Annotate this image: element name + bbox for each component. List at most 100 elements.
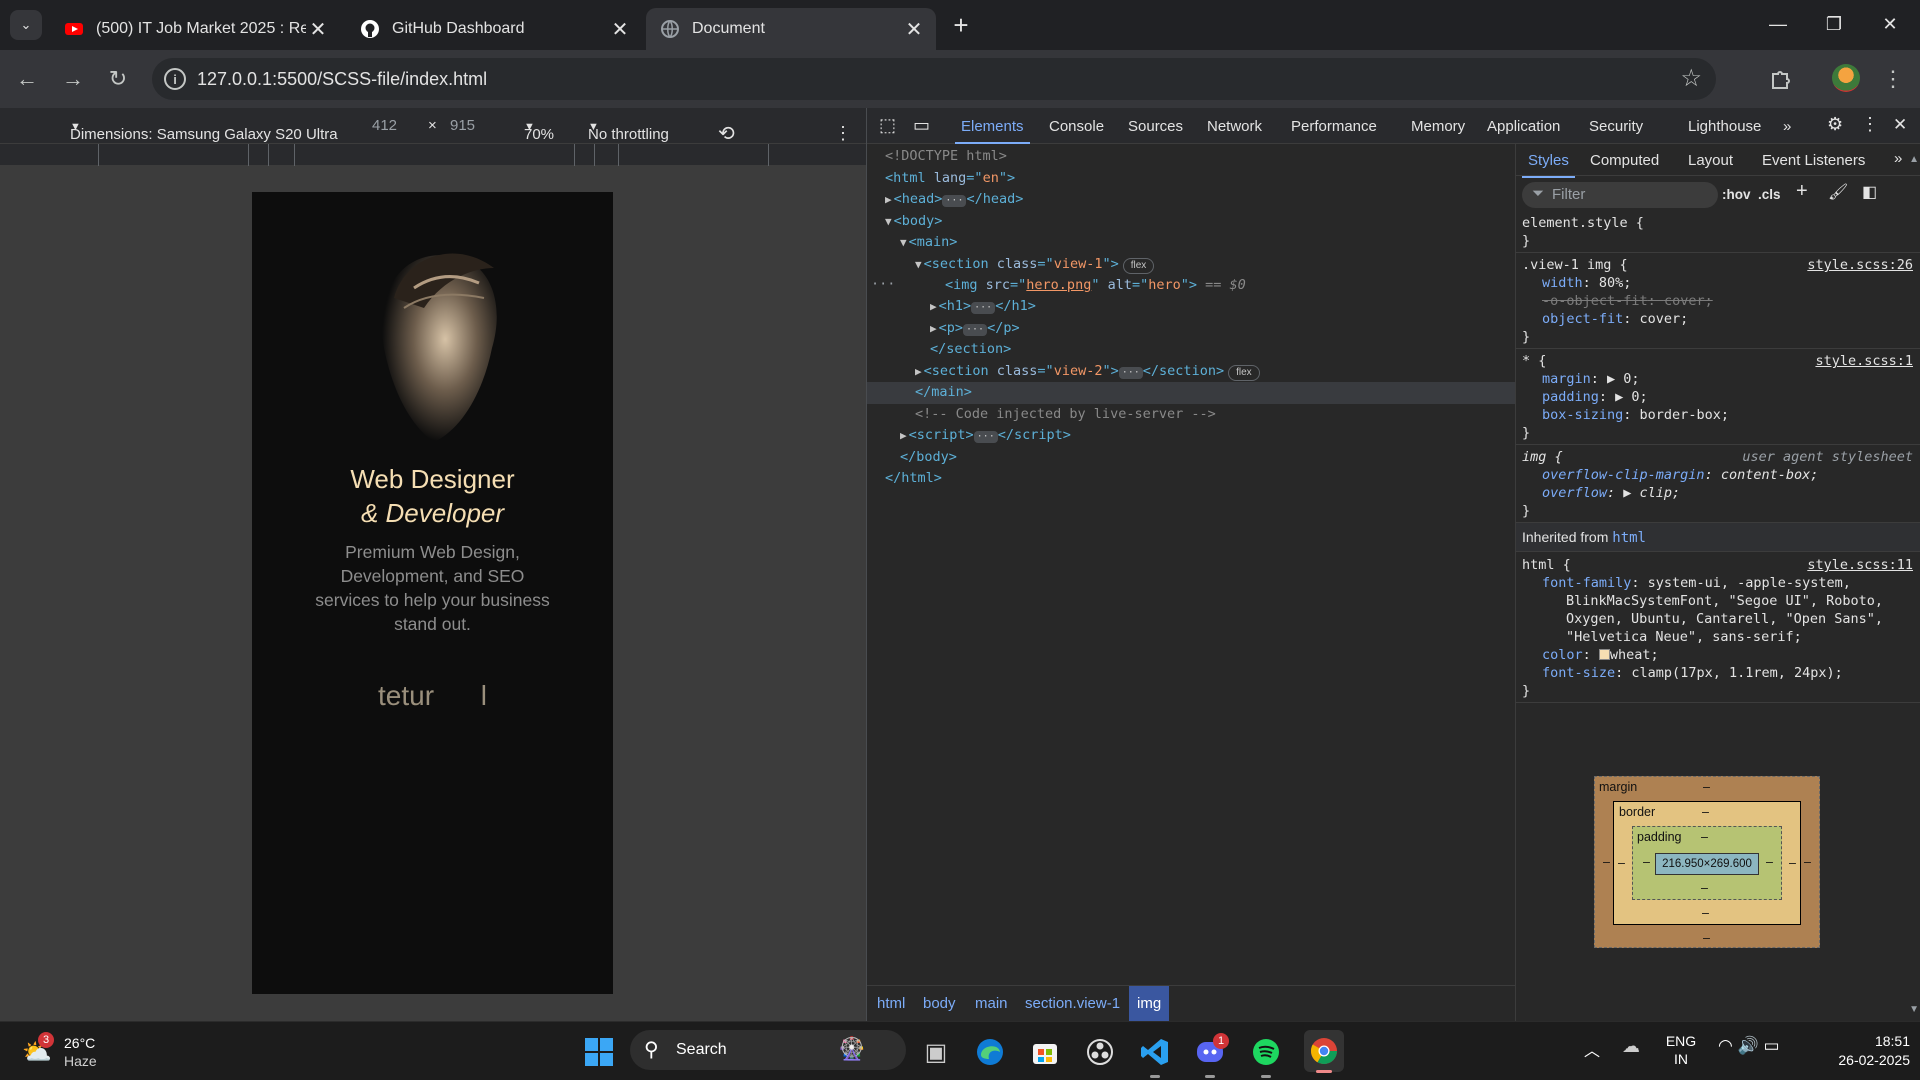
taskbar-search[interactable]: ⚲ Search 🎡: [630, 1030, 906, 1070]
tab-github[interactable]: GitHub Dashboard ✕: [346, 8, 642, 50]
rule1-selector[interactable]: .view-1 img {: [1522, 256, 1628, 274]
extensions-button[interactable]: [1766, 64, 1796, 94]
margin-top-value[interactable]: –: [1703, 780, 1710, 794]
dom-script[interactable]: ▶ <script> ··· </script>: [900, 425, 1071, 445]
weather-widget[interactable]: ⛅ 3 26°C Haze: [22, 1032, 132, 1072]
device-select[interactable]: Dimensions: Samsung Galaxy S20 Ultra ▼: [70, 117, 338, 143]
settings-button[interactable]: ⚙: [1827, 114, 1843, 135]
tab-elements[interactable]: Elements: [955, 118, 1030, 144]
clock[interactable]: 18:51 26-02-2025: [1810, 1032, 1910, 1072]
color-swatch[interactable]: [1598, 649, 1610, 660]
inspect-element-button[interactable]: ⬚: [879, 115, 896, 136]
rule2-prop-padding[interactable]: padding: ▶ 0;: [1542, 388, 1648, 406]
tab-memory[interactable]: Memory: [1411, 118, 1465, 135]
box-model-content[interactable]: 216.950×269.600: [1655, 853, 1759, 875]
forward-button[interactable]: →: [58, 64, 88, 94]
node-actions-ellipsis[interactable]: ···: [871, 274, 895, 294]
border-bottom-value[interactable]: –: [1702, 906, 1709, 920]
dom-main-close[interactable]: </main>: [915, 382, 972, 402]
tab-security[interactable]: Security: [1589, 118, 1643, 135]
close-icon[interactable]: ✕: [306, 17, 330, 42]
rule2-selector[interactable]: * {: [1522, 352, 1546, 370]
browser-menu-button[interactable]: ⋮: [1878, 64, 1908, 94]
border-top-value[interactable]: –: [1702, 805, 1709, 819]
zoom-select[interactable]: 70% ▼: [524, 117, 554, 143]
caret-right-icon[interactable]: ▶: [930, 322, 937, 335]
dom-section-view-1[interactable]: ▼ <section class="view-1"> flex: [915, 254, 1155, 274]
window-close-button[interactable]: ✕: [1862, 8, 1918, 40]
dom-doctype[interactable]: <!DOCTYPE html>: [885, 146, 1007, 166]
rule3-prop-overflow[interactable]: overflow: ▶ clip;: [1542, 484, 1680, 502]
caret-down-icon[interactable]: ▼: [885, 215, 892, 228]
task-view-button[interactable]: ▣: [919, 1035, 953, 1069]
edge-button[interactable]: [973, 1035, 1007, 1069]
spotify-button[interactable]: [1249, 1035, 1283, 1078]
rule3-prop-overflow-clip-margin[interactable]: overflow-clip-margin: content-box;: [1542, 466, 1818, 484]
width-input[interactable]: 412: [372, 117, 397, 134]
tab-document[interactable]: Document ✕: [646, 8, 936, 50]
dom-head[interactable]: ▶ <head> ··· </head>: [885, 189, 1023, 209]
bookmark-star-icon[interactable]: ☆: [1680, 64, 1702, 93]
language-indicator[interactable]: ENG IN: [1664, 1032, 1698, 1072]
caret-right-icon[interactable]: ▶: [915, 365, 922, 378]
padding-right-value[interactable]: –: [1766, 855, 1773, 869]
padding-top-value[interactable]: –: [1701, 830, 1708, 844]
tab-console[interactable]: Console: [1049, 118, 1104, 135]
dom-section-view-2[interactable]: ▶ <section class="view-2"> ··· </section> fl…: [915, 361, 1260, 381]
more-tabs-button[interactable]: »: [1783, 118, 1791, 135]
caret-down-icon[interactable]: ▼: [915, 258, 922, 271]
back-button[interactable]: ←: [12, 64, 42, 94]
tab-application[interactable]: Application: [1487, 118, 1560, 135]
flex-badge[interactable]: flex: [1122, 258, 1155, 274]
tab-layout[interactable]: Layout: [1688, 152, 1733, 169]
tab-network[interactable]: Network: [1207, 118, 1262, 135]
more-tabs-button[interactable]: »: [1894, 150, 1902, 167]
vscode-button[interactable]: [1138, 1035, 1172, 1078]
rule4-prop-font-family[interactable]: font-family: system-ui, -apple-system,: [1542, 574, 1851, 592]
new-tab-button[interactable]: +: [946, 10, 976, 40]
rule3-selector[interactable]: img {: [1522, 448, 1563, 466]
scroll-down-arrow[interactable]: ▼: [1909, 1004, 1919, 1015]
box-model-margin[interactable]: margin – – – – border – – – – padding – …: [1594, 776, 1820, 948]
crumb-section[interactable]: section.view-1: [1025, 995, 1120, 1012]
dom-body-close[interactable]: </body>: [900, 447, 957, 467]
reload-button[interactable]: ↻: [103, 64, 133, 94]
tab-sources[interactable]: Sources: [1128, 118, 1183, 135]
quick-settings-button[interactable]: ◠ 🔊 ▭: [1718, 1036, 1788, 1066]
dom-section-close[interactable]: </section>: [930, 339, 1011, 359]
inherited-from-link[interactable]: html: [1612, 530, 1646, 546]
show-hidden-icons-button[interactable]: ︿: [1584, 1037, 1600, 1061]
dom-main[interactable]: ▼ <main>: [900, 232, 957, 252]
obs-button[interactable]: [1083, 1035, 1117, 1069]
devtools-close-button[interactable]: ✕: [1893, 115, 1907, 135]
dom-p[interactable]: ▶ <p> ··· </p>: [930, 318, 1020, 338]
rule1-prop-o-object-fit[interactable]: -o-object-fit: cover;: [1542, 292, 1713, 310]
throttling-select[interactable]: No throttling ▼: [588, 117, 669, 143]
rule4-selector[interactable]: html {: [1522, 556, 1571, 574]
caret-right-icon[interactable]: ▶: [900, 429, 907, 442]
dom-img-selected[interactable]: <img src="hero.png" alt="hero"> == $0: [945, 275, 1246, 295]
rule1-prop-object-fit[interactable]: object-fit: cover;: [1542, 310, 1688, 328]
tab-performance[interactable]: Performance: [1291, 118, 1377, 135]
hover-state-button[interactable]: :hov: [1722, 186, 1751, 204]
rule4-prop-font-size[interactable]: font-size: clamp(17px, 1.1rem, 24px);: [1542, 664, 1843, 682]
address-bar[interactable]: i 127.0.0.1:5500/SCSS-file/index.html ☆: [152, 58, 1716, 100]
tab-youtube[interactable]: (500) IT Job Market 2025 : Recruit... ✕: [50, 8, 340, 50]
tab-event-listeners[interactable]: Event Listeners: [1762, 152, 1865, 169]
height-input[interactable]: 915: [450, 117, 475, 134]
discord-button[interactable]: 1: [1193, 1033, 1229, 1078]
start-button[interactable]: [582, 1035, 616, 1069]
crumb-body[interactable]: body: [923, 995, 956, 1012]
new-rule-button[interactable]: +: [1796, 181, 1808, 201]
tab-search-button[interactable]: ⌄: [10, 10, 42, 40]
rule1-prop-width[interactable]: width: 80%;: [1542, 274, 1631, 292]
tab-styles[interactable]: Styles: [1522, 152, 1575, 178]
box-model-border[interactable]: border – – – – padding – – – – 216.950×2…: [1613, 801, 1801, 925]
rule2-prop-box-sizing[interactable]: box-sizing: border-box;: [1542, 406, 1729, 424]
rule2-source-link[interactable]: style.scss:1: [1815, 352, 1913, 370]
dom-body[interactable]: ▼ <body>: [885, 211, 942, 231]
onedrive-icon[interactable]: ☁: [1622, 1036, 1640, 1057]
padding-bottom-value[interactable]: –: [1701, 881, 1708, 895]
page-preview[interactable]: Web Designer & Developer Premium Web Des…: [252, 192, 613, 994]
crumb-html[interactable]: html: [877, 995, 905, 1012]
